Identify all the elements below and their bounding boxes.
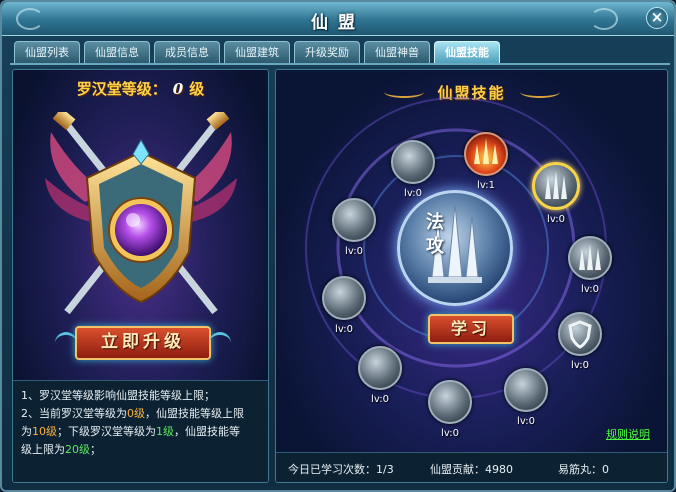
upgrade-now-button[interactable]: 立即升级 [75,326,211,360]
tab-guild-beast[interactable]: 仙盟神兽 [364,41,430,63]
skill-type-char-2: 攻 [426,236,444,257]
skill-level-label: lv:0 [371,394,389,405]
hall-level-value: 0 [172,80,184,98]
skill-tide[interactable] [358,346,402,390]
hall-emblem-icon [45,112,237,315]
desc-line-2: 2、当前罗汉堂等级为0级，仙盟技能等级上限 [21,407,244,420]
hall-description: 1、罗汉堂等级影响仙盟技能等级上限； 2、当前罗汉堂等级为0级，仙盟技能等级上限… [13,380,268,482]
tab-underline [10,63,670,65]
hall-level: 罗汉堂等级： 0 级 [13,78,268,99]
skill-triple-swords[interactable] [532,162,580,210]
title-ornament-right [590,8,618,30]
learn-button[interactable]: 学习 [428,314,514,344]
hall-level-suffix: 级 [189,80,205,98]
guild-window: 仙盟 × 仙盟列表 仙盟信息 成员信息 仙盟建筑 升级奖励 仙盟神兽 仙盟技能 … [0,0,676,492]
title-bar: 仙盟 × [2,2,674,36]
upgrade-wing-left [55,332,77,354]
swords-icon [579,244,601,270]
skill-level-label: lv:0 [581,284,599,295]
skill-level-label: lv:0 [441,428,459,439]
tab-guild-buildings[interactable]: 仙盟建筑 [224,41,290,63]
swords-icon [428,204,482,283]
skill-shield[interactable] [558,312,602,356]
skill-type-char-1: 法 [426,212,444,233]
study-count: 今日已学习次数：1/3 [288,463,394,476]
skill-tornado[interactable] [332,198,376,242]
desc-line-4: 级上限为20级； [21,443,101,456]
skill-fire-swords[interactable] [464,132,508,176]
tab-member-info[interactable]: 成员信息 [154,41,220,63]
desc-line-3: 为10级；下级罗汉堂等级为1级，仙盟技能等 [21,425,240,438]
guild-contribution: 仙盟贡献：4980 [430,463,513,476]
tab-guild-list[interactable]: 仙盟列表 [14,41,80,63]
tab-upgrade-rewards[interactable]: 升级奖励 [294,41,360,63]
desc-line-1: 1、罗汉堂等级影响仙盟技能等级上限； [21,389,215,402]
tab-guild-skills[interactable]: 仙盟技能 [434,41,500,63]
hall-level-prefix: 罗汉堂等级： [76,80,167,98]
hall-panel: 罗汉堂等级： 0 级 立即升级 1、罗汉堂等级影响仙盟技能等级上限； 2、当前罗… [12,69,269,483]
skills-panel: 仙盟技能 lv:0 lv:1 lv:0 lv:0 lv:0 lv:0 lv:0 [275,69,668,483]
window-title: 仙盟 [311,13,365,33]
skill-level-label: lv:0 [517,416,535,427]
swords-icon [545,171,567,199]
skill-phoenix[interactable] [504,368,548,412]
skill-thunder[interactable] [322,276,366,320]
skill-level-label: lv:0 [335,324,353,335]
skill-level-label: lv:0 [345,246,363,257]
rules-link[interactable]: 规则说明 [606,426,650,442]
skill-wave-burst[interactable] [391,140,435,184]
close-button[interactable]: × [646,7,668,29]
selected-skill-preview [397,190,513,306]
skill-sword-rain[interactable] [568,236,612,280]
fire-swords-icon [474,138,498,164]
skill-level-label: lv:1 [477,180,495,191]
skills-footer: 今日已学习次数：1/3 仙盟贡献：4980 易筋丸：0 [276,452,667,482]
skill-level-label: lv:0 [547,214,565,225]
skill-level-label: lv:0 [571,360,589,371]
pill-count: 易筋丸：0 [558,463,609,476]
tab-guild-info[interactable]: 仙盟信息 [84,41,150,63]
skill-surge[interactable] [428,380,472,424]
shield-icon [568,320,592,349]
upgrade-wing-right [209,332,231,354]
